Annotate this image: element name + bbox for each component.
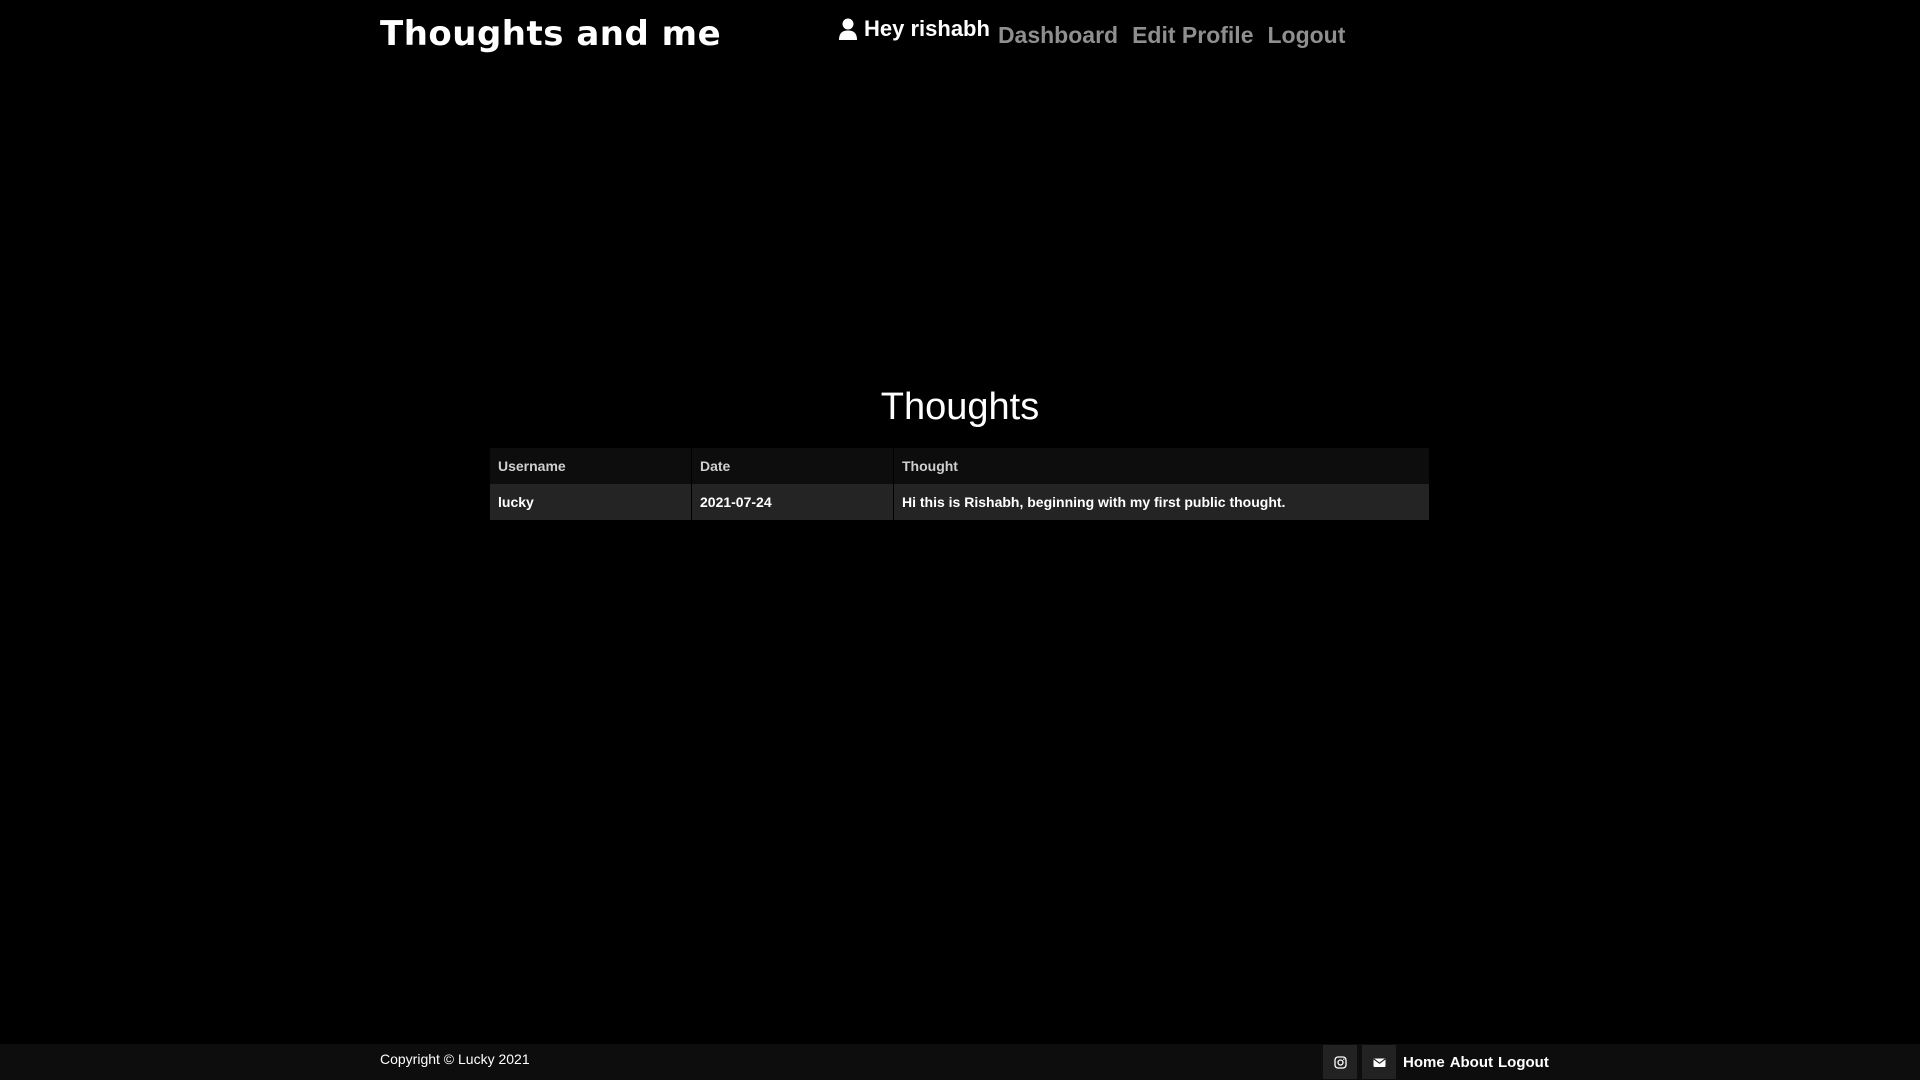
greeting-text: Hey rishabh xyxy=(864,16,990,41)
footer-social: Home About Logout xyxy=(1323,1045,1554,1079)
cell-date: 2021-07-24 xyxy=(691,484,894,520)
envelope-icon xyxy=(1372,1058,1386,1067)
thoughts-table: Username Date Thought lucky 2021-07-24 H… xyxy=(490,448,1430,520)
column-header-date: Date xyxy=(691,448,894,484)
table-header-row: Username Date Thought xyxy=(490,448,1430,484)
user-greeting: Hey rishabh xyxy=(838,14,990,44)
footer-links: Home About Logout xyxy=(1403,1054,1554,1071)
user-icon xyxy=(839,18,857,40)
email-button[interactable] xyxy=(1362,1045,1396,1079)
top-nav: Hey rishabh Dashboard Edit Profile Logou… xyxy=(838,14,1359,49)
instagram-button[interactable] xyxy=(1323,1045,1357,1079)
cell-thought: Hi this is Rishabh, beginning with my fi… xyxy=(893,484,1430,520)
nav-dashboard-link[interactable]: Dashboard xyxy=(998,22,1118,49)
table-row: lucky 2021-07-24 Hi this is Rishabh, beg… xyxy=(490,484,1430,520)
footer-logout-link[interactable]: Logout xyxy=(1498,1054,1549,1071)
footer-about-link[interactable]: About xyxy=(1450,1054,1493,1071)
nav-logout-link[interactable]: Logout xyxy=(1267,22,1345,49)
column-header-thought: Thought xyxy=(893,448,1430,484)
page: Thoughts and me Hey rishabh Dashboard Ed… xyxy=(0,0,1920,1080)
column-header-username: Username xyxy=(490,448,692,484)
footer-home-link[interactable]: Home xyxy=(1403,1054,1445,1071)
instagram-icon xyxy=(1333,1055,1347,1069)
brand-logo[interactable]: Thoughts and me xyxy=(380,14,721,54)
footer: Copyright © Lucky 2021 Home About Logout xyxy=(0,1044,1920,1080)
page-title: Thoughts xyxy=(880,386,1040,428)
nav-edit-profile-link[interactable]: Edit Profile xyxy=(1132,22,1253,49)
cell-username: lucky xyxy=(490,484,692,520)
copyright-text: Copyright © Lucky 2021 xyxy=(380,1051,530,1067)
